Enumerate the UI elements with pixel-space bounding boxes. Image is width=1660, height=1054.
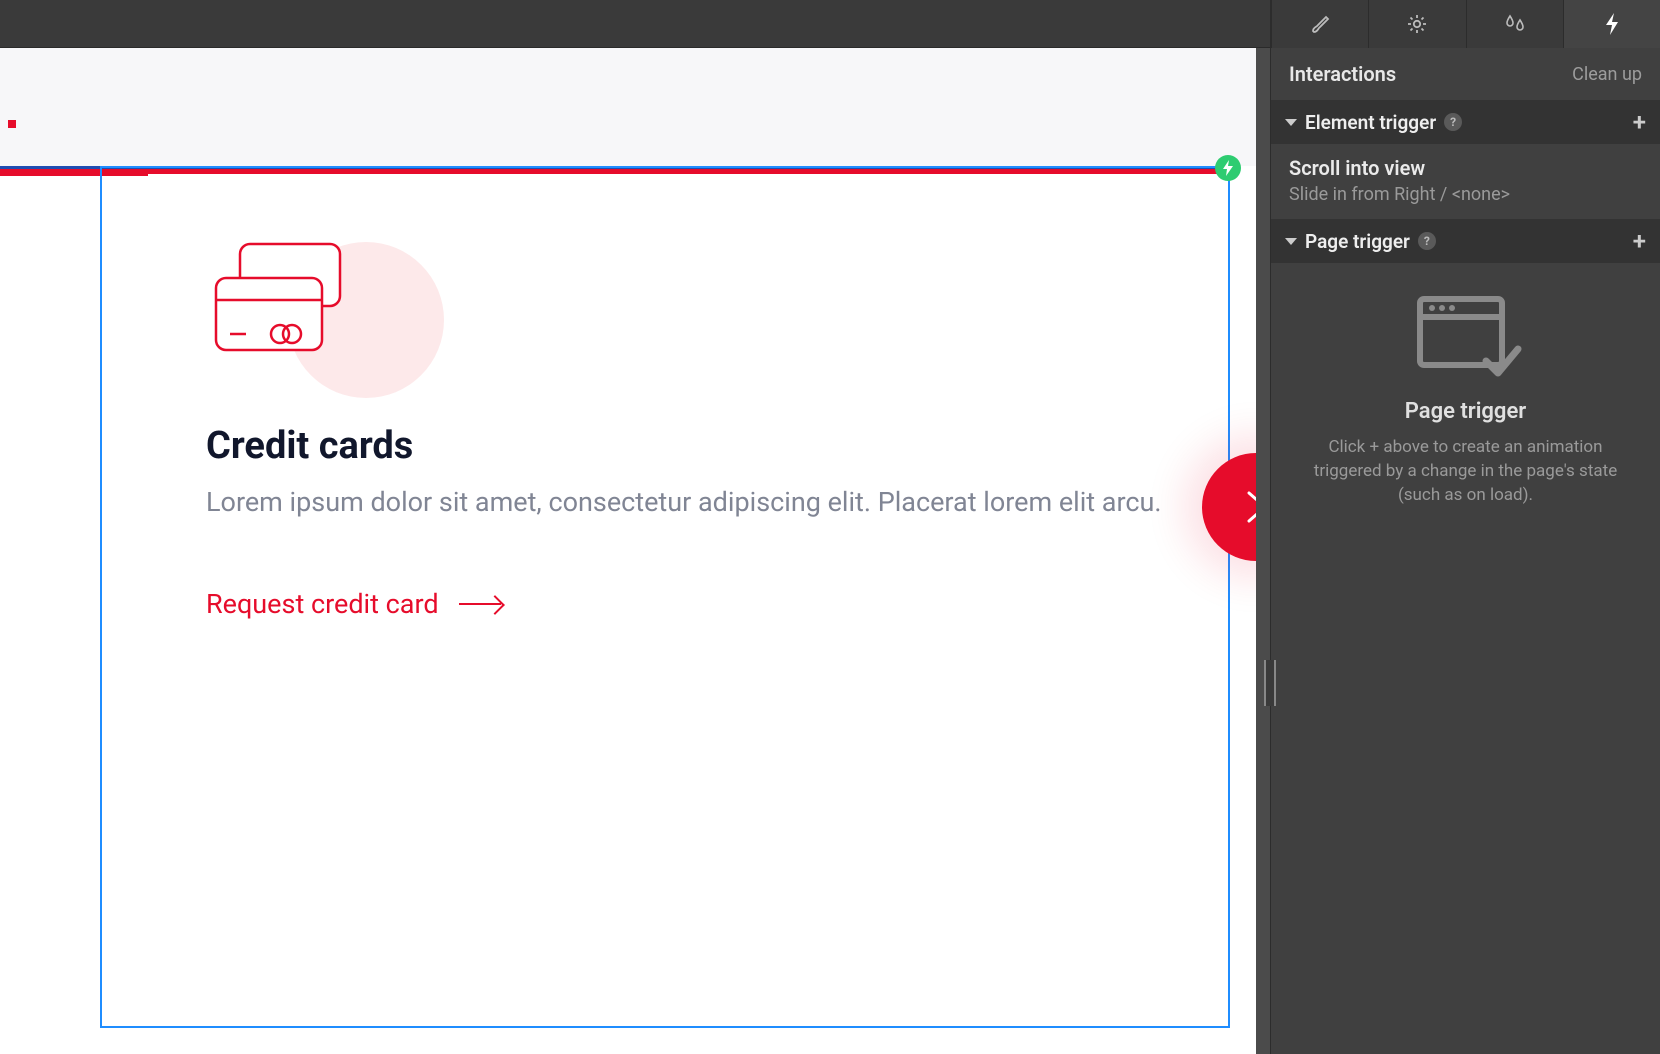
tab-effects[interactable] [1466,0,1563,48]
canvas-area: Credit cards Lorem ipsum dolor sit amet,… [0,48,1270,1054]
bolt-icon [1222,160,1234,176]
selection-outline [100,166,1230,1028]
tab-style[interactable] [1271,0,1368,48]
page-window-icon [1406,291,1526,381]
interaction-badge[interactable] [1215,155,1241,181]
page-trigger-section-head[interactable]: Page trigger ? + [1271,219,1660,263]
trigger-title: Scroll into view [1289,156,1642,180]
empty-state-desc: Click + above to create an animation tri… [1297,436,1634,507]
panel-header: Interactions Clean up [1271,48,1660,100]
element-trigger-section-head[interactable]: Element trigger ? + [1271,100,1660,144]
tab-settings[interactable] [1368,0,1465,48]
gear-icon [1406,13,1428,35]
canvas[interactable]: Credit cards Lorem ipsum dolor sit amet,… [0,48,1256,1054]
collapse-triangle-icon [1285,238,1297,245]
help-icon[interactable]: ? [1418,232,1436,250]
element-trigger-item[interactable]: Scroll into view Slide in from Right / <… [1271,144,1660,219]
right-tab-strip [1270,0,1660,48]
canvas-marker-dot [8,120,16,128]
tab-interactions[interactable] [1563,0,1660,48]
canvas-grey-header [0,48,1256,166]
bolt-icon [1603,12,1621,36]
page-trigger-label: Page trigger [1305,230,1410,253]
scrollbar-handle[interactable] [1264,660,1276,706]
cleanup-button[interactable]: Clean up [1572,64,1642,85]
page-trigger-empty-state: Page trigger Click + above to create an … [1271,263,1660,535]
trigger-subtitle: Slide in from Right / <none> [1289,184,1642,205]
empty-state-title: Page trigger [1297,399,1634,424]
add-element-trigger-button[interactable]: + [1633,110,1646,134]
help-icon[interactable]: ? [1444,113,1462,131]
element-trigger-label: Element trigger [1305,111,1436,134]
brush-icon [1309,13,1331,35]
chevron-right-icon [1239,487,1256,527]
add-page-trigger-button[interactable]: + [1633,229,1646,253]
interactions-panel: Interactions Clean up Element trigger ? … [1270,48,1660,1054]
collapse-triangle-icon [1285,119,1297,126]
droplets-icon [1503,13,1527,35]
panel-title: Interactions [1289,62,1396,86]
